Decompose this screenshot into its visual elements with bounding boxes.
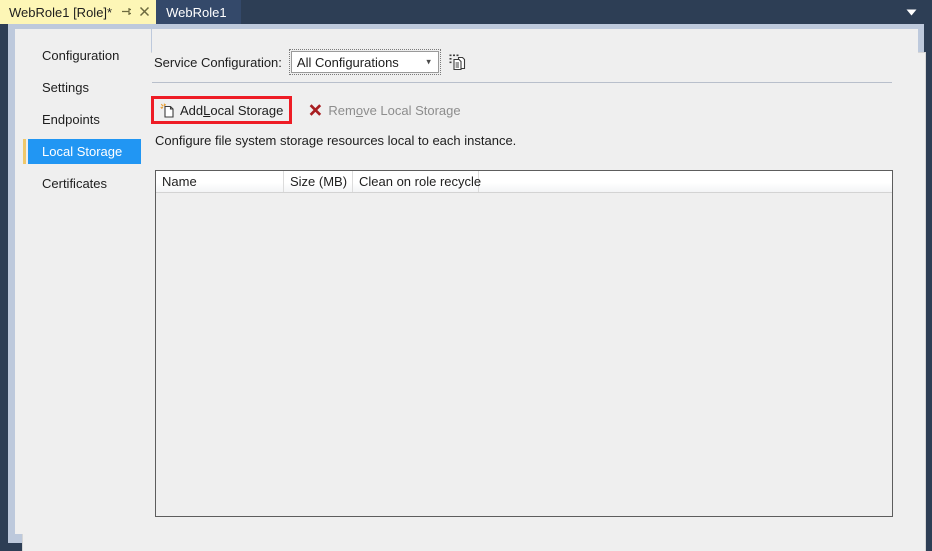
add-local-storage-label-suffix: ocal Storage [210,102,284,118]
tab-webrole1[interactable]: WebRole1 [156,0,241,24]
local-storage-pane: Service Configuration: All Configuration… [150,29,918,534]
add-storage-icon [159,102,175,118]
grid-column-header-name[interactable]: Name [156,171,284,192]
service-configuration-value: All Configurations [296,54,399,70]
service-configuration-label: Service Configuration: [154,54,282,70]
grid-column-header-label: Name [162,174,197,189]
pin-icon[interactable] [121,6,132,19]
remove-local-storage-label-prefix: Rem [328,102,356,118]
add-local-storage-accelerator: L [203,102,211,118]
grid-column-header-label: Size (MB) [290,174,348,189]
grid-column-header-size[interactable]: Size (MB) [284,171,353,192]
grid-header-row: Name Size (MB) Clean on role recycle [156,171,892,193]
service-configuration-row: Service Configuration: All Configuration… [154,49,467,75]
remove-local-storage-button[interactable]: Rem o ve Local Storage [303,99,464,121]
grid-column-header-clean-on-role-recycle[interactable]: Clean on role recycle [353,171,482,192]
tab-webrole1-role[interactable]: WebRole1 [Role]* [0,0,157,24]
chevron-down-icon[interactable]: ▾ [426,57,431,68]
document-tab-strip: WebRole1 [Role]* WebRole1 [0,0,932,24]
tab-label: WebRole1 [166,4,227,20]
grid-column-header-label: Clean on role recycle [359,174,482,189]
remove-local-storage-label-suffix: ve Local Storage [363,102,461,118]
sidebar-item-label: Endpoints [42,112,100,127]
sidebar-item-local-storage[interactable]: Local Storage [23,139,141,164]
role-property-sidebar: Configuration Settings Endpoints Local S… [15,29,151,534]
grid-body-empty[interactable] [156,193,892,516]
sidebar-item-label: Local Storage [42,144,123,159]
service-configuration-select[interactable]: All Configurations ▾ [288,49,441,75]
sidebar-item-label: Certificates [42,176,108,191]
tab-strip-spacer [241,0,932,24]
add-local-storage-label-prefix: Add [180,102,204,118]
grid-column-header-filler [479,171,892,192]
remove-local-storage-accelerator: o [355,102,364,118]
sidebar-item-certificates[interactable]: Certificates [28,171,141,196]
local-storage-toolbar: Add Local Storage Rem o ve Local Storage [150,96,465,124]
add-local-storage-button[interactable]: Add Local Storage [150,96,293,124]
close-icon[interactable] [139,6,150,19]
sidebar-item-endpoints[interactable]: Endpoints [28,107,141,132]
sidebar-item-settings[interactable]: Settings [28,75,141,100]
tab-overflow-chevron-down-icon[interactable] [900,0,922,24]
local-storage-hint-text: Configure file system storage resources … [155,133,517,148]
delete-x-icon [307,102,323,118]
tab-label: WebRole1 [Role]* [9,4,113,20]
sidebar-item-label: Settings [42,80,89,95]
sidebar-item-configuration[interactable]: Configuration [28,43,141,68]
sidebar-item-label: Configuration [42,48,120,63]
local-storage-grid[interactable]: Name Size (MB) Clean on role recycle [155,170,893,517]
visual-studio-role-designer: WebRole1 [Role]* WebRole1 Configuration … [0,0,932,551]
section-divider [152,82,892,83]
copy-pages-icon[interactable] [449,53,467,71]
